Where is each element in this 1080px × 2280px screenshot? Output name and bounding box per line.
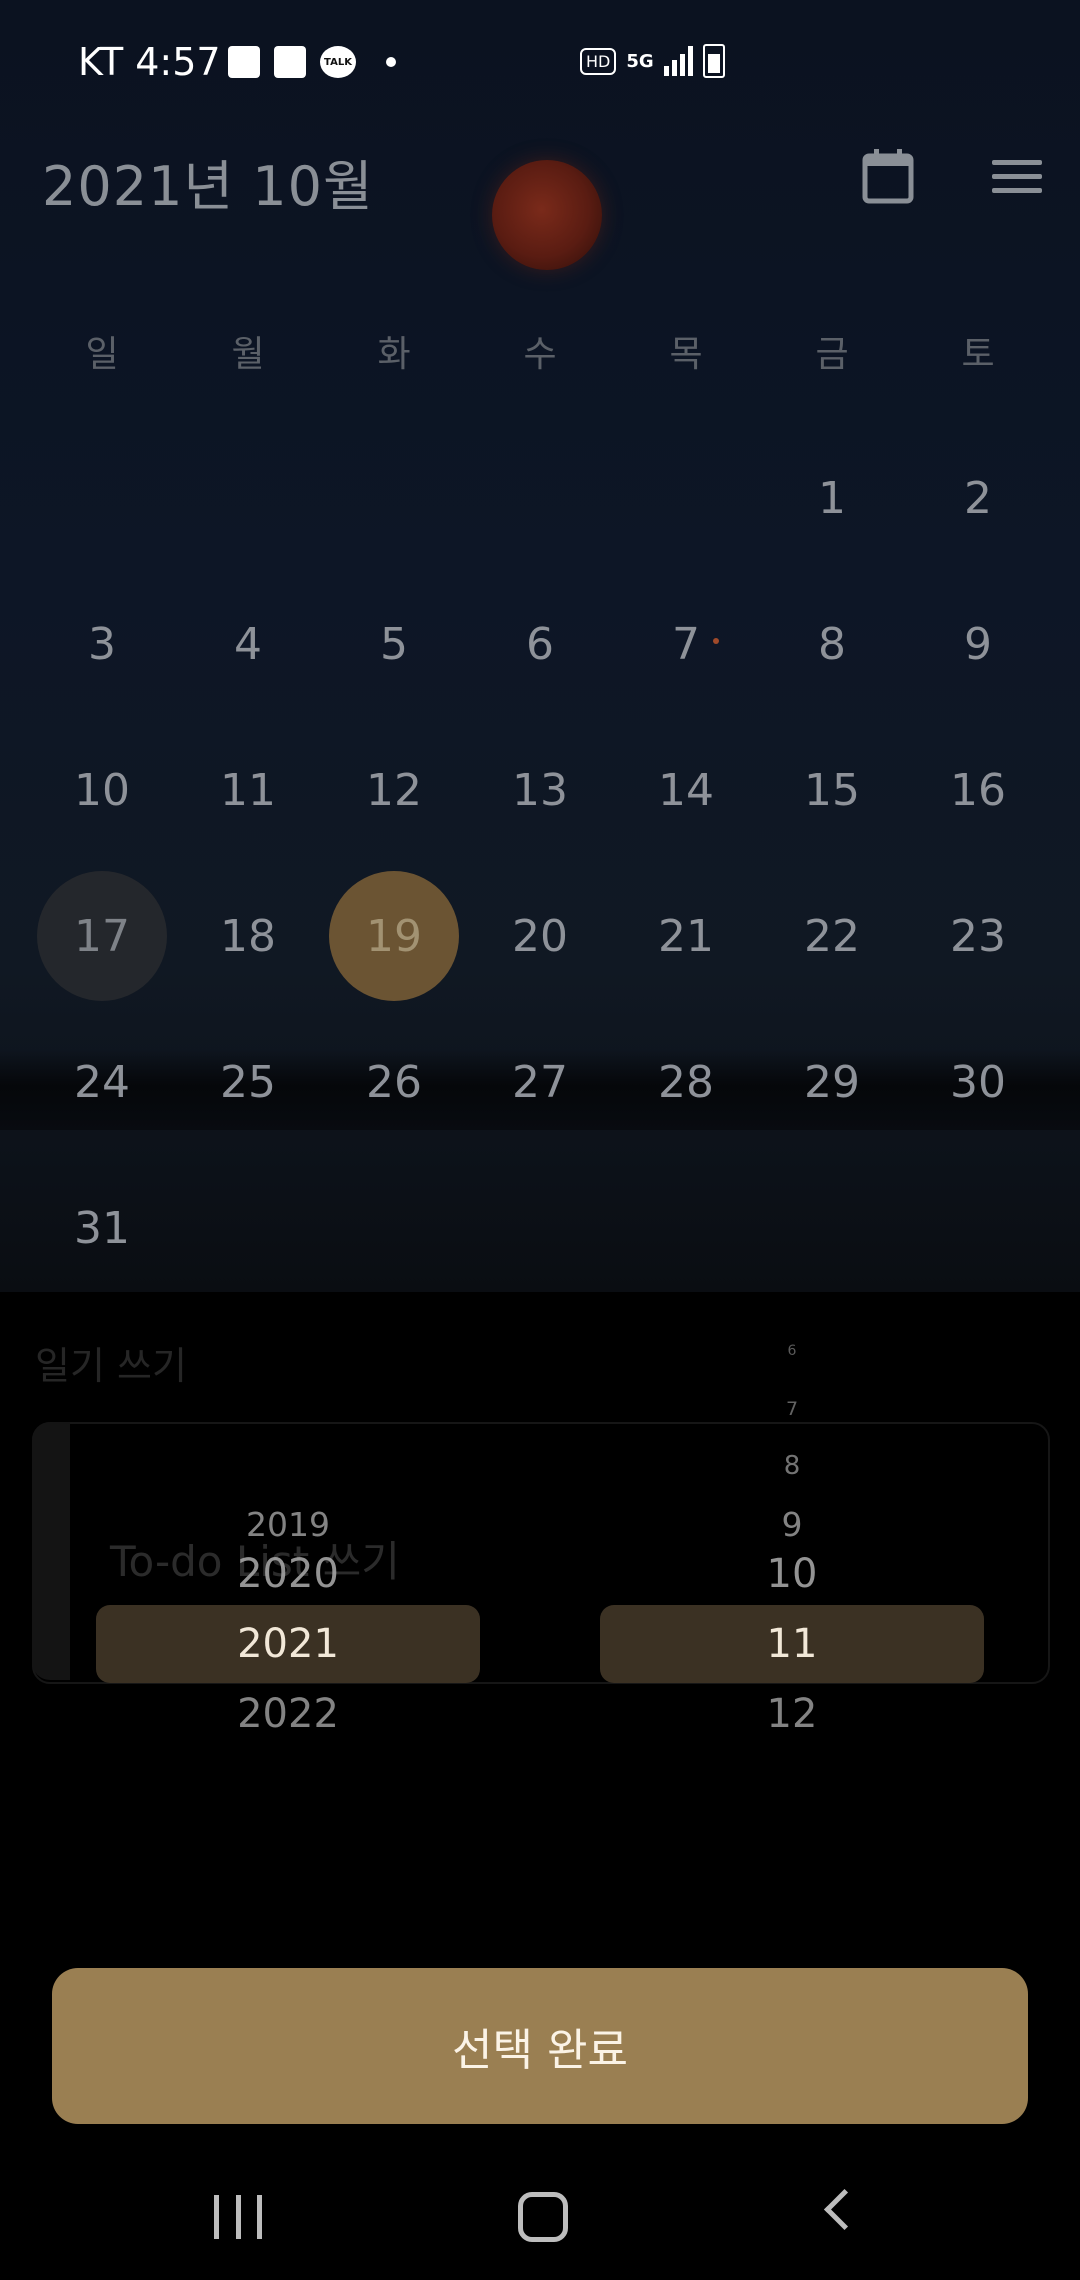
calendar-day[interactable]: 26 [329,1017,459,1147]
calendar-day[interactable]: 7 [621,579,751,709]
month-title[interactable]: 2021년 10월 [42,142,374,221]
recent-apps-icon[interactable] [214,2195,262,2239]
weekday-label: 화 [377,334,411,375]
weekday-label: 수 [523,334,557,375]
picker-option[interactable]: 11 [592,1621,992,1667]
diary-section-label: 일기 쓰기 [35,1344,187,1388]
gallery-icon [228,46,260,78]
weekday-label: 금 [815,334,849,375]
calendar-day[interactable]: 11 [183,725,313,855]
status-bar: KT 4:57 TALK HD 5G [0,0,1080,130]
signal-icon [663,46,693,76]
picker-option[interactable]: 10 [592,1551,992,1597]
5g-icon: 5G [626,50,654,72]
calendar-day[interactable]: 4 [183,579,313,709]
calendar-day[interactable]: 6 [475,579,605,709]
picker-option[interactable]: 8 [592,1451,992,1481]
calendar-day[interactable]: 5 [329,579,459,709]
picker-option[interactable]: 12 [592,1691,992,1737]
battery-charging-icon [702,44,725,78]
calendar-day[interactable]: 3 [37,579,167,709]
menu-icon[interactable] [992,158,1042,196]
calendar-day[interactable]: 22 [767,871,897,1001]
calendar-day[interactable]: 12 [329,725,459,855]
calendar-day[interactable]: 27 [475,1017,605,1147]
calendar-day[interactable]: 21 [621,871,751,1001]
weekday-label: 목 [669,334,703,375]
calendar-icon[interactable] [862,148,914,204]
home-icon[interactable] [518,2192,568,2242]
picker-option[interactable]: 2019 [88,1505,488,1544]
picker-option[interactable]: 2020 [88,1551,488,1597]
calendar-day[interactable]: 18 [183,871,313,1001]
calendar-day[interactable]: 30 [913,1017,1043,1147]
calendar-day[interactable]: 24 [37,1017,167,1147]
weekday-header: 일월화수목금토 [0,325,1080,385]
memo-icon [274,46,306,78]
todo-box-bar [32,1422,70,1680]
picker-option[interactable]: 7 [592,1398,992,1420]
calendar-day[interactable]: 10 [37,725,167,855]
picker-option[interactable]: 6 [592,1343,992,1359]
kakaotalk-icon: TALK [320,46,356,78]
picker-option[interactable]: 9 [592,1505,992,1544]
hd-voice-icon: HD [580,47,617,75]
calendar-day[interactable]: 13 [475,725,605,855]
calendar-day[interactable]: 19 [329,871,459,1001]
system-icons: HD 5G [580,44,725,78]
carrier-time: KT 4:57 [78,40,221,84]
confirm-button[interactable]: 선택 완료 [52,1968,1028,2124]
calendar-day[interactable]: 31 [37,1163,167,1293]
weekday-label: 일 [85,334,119,375]
calendar-day[interactable]: 25 [183,1017,313,1147]
picker-option[interactable]: 2022 [88,1691,488,1737]
calendar-day[interactable]: 1 [767,433,897,563]
calendar-day[interactable]: 28 [621,1017,751,1147]
calendar-day[interactable]: 29 [767,1017,897,1147]
calendar-day[interactable]: 15 [767,725,897,855]
calendar-day[interactable]: 9 [913,579,1043,709]
moon-decoration [492,160,602,270]
calendar-day[interactable]: 16 [913,725,1043,855]
notification-icons: TALK [228,46,396,78]
calendar-day[interactable]: 23 [913,871,1043,1001]
picker-option[interactable]: 2021 [88,1621,488,1667]
weekday-label: 토 [961,334,995,375]
calendar-day[interactable]: 2 [913,433,1043,563]
calendar-day[interactable]: 14 [621,725,751,855]
weekday-label: 월 [231,334,265,375]
calendar-day[interactable]: 17 [37,871,167,1001]
calendar-day[interactable]: 8 [767,579,897,709]
dot-icon [386,57,396,67]
calendar-day[interactable]: 20 [475,871,605,1001]
